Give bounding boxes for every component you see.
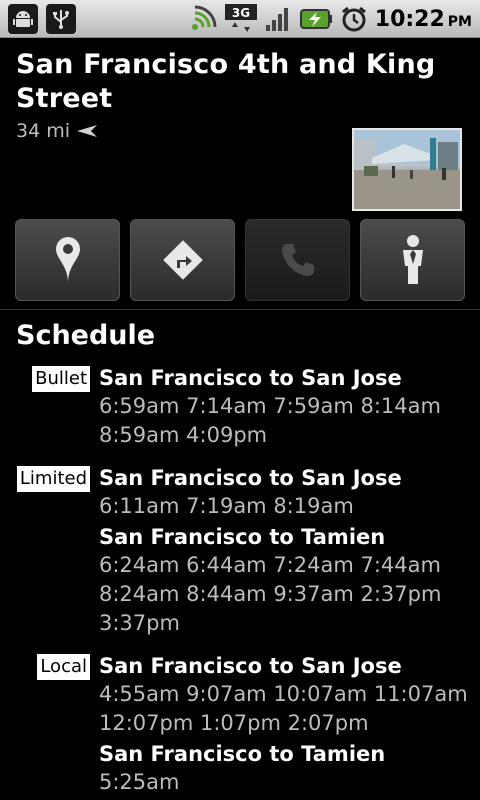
distance-indicator: 34 mi: [16, 120, 98, 142]
route-name: San Francisco to San Jose: [99, 366, 402, 390]
pegman-icon: [402, 235, 423, 284]
android-debug-icon: [8, 4, 38, 34]
street-view-button[interactable]: [360, 219, 465, 301]
directions-button[interactable]: [130, 219, 235, 301]
train-type-tag: Bullet: [32, 366, 90, 392]
street-view-thumbnail[interactable]: [352, 128, 462, 211]
map-pin-button[interactable]: [15, 219, 120, 301]
direction-arrow-icon: [77, 125, 98, 137]
phone-icon: [281, 244, 314, 276]
directions-icon: [162, 240, 203, 280]
train-type-tag: Local: [37, 654, 90, 680]
call-button[interactable]: [245, 219, 350, 301]
status-bar: 3G 10:22 PM: [0, 0, 480, 38]
train-type-tag: Limited: [16, 466, 90, 492]
section-divider: [0, 309, 480, 310]
schedule-group-bullet: Bullet San Francisco to San Jose 6:59am …: [0, 362, 480, 450]
status-clock: 10:22 PM: [374, 6, 472, 32]
route-times: 6:59am 7:14am 7:59am 8:14am 8:59am 4:09p…: [99, 394, 441, 447]
schedule-heading: Schedule: [16, 320, 156, 351]
wifi-signal-icon: [189, 4, 219, 34]
battery-charging-icon: [299, 4, 333, 34]
usb-icon: [46, 4, 76, 34]
schedule-group-local: Local San Francisco to San Jose 4:55am 9…: [0, 650, 480, 797]
action-bar: [15, 219, 465, 301]
schedule-group-limited: Limited San Francisco to San Jose 6:11am…: [0, 462, 480, 638]
station-title: San Francisco 4th and King Street: [16, 49, 436, 114]
3g-icon: 3G: [224, 4, 257, 34]
svg-text:3G: 3G: [232, 6, 250, 20]
route-times: 6:11am 7:19am 8:19am: [99, 494, 354, 518]
route-times: 6:24am 6:44am 7:24am 7:44am 8:24am 8:44a…: [99, 553, 442, 635]
alarm-clock-icon: [339, 4, 369, 34]
route-name: San Francisco to San Jose: [99, 654, 402, 678]
route-times: 4:55am 9:07am 10:07am 11:07am 12:07pm 1:…: [99, 682, 468, 735]
schedule-list: Bullet San Francisco to San Jose 6:59am …: [0, 362, 480, 800]
route-name: San Francisco to Tamien: [99, 525, 386, 549]
route-name: San Francisco to Tamien: [99, 742, 386, 766]
route-name: San Francisco to San Jose: [99, 466, 402, 490]
route-times: 5:25am: [99, 770, 180, 794]
cell-signal-icon: [263, 4, 293, 34]
map-pin-icon: [55, 237, 80, 283]
distance-text: 34 mi: [16, 120, 71, 142]
